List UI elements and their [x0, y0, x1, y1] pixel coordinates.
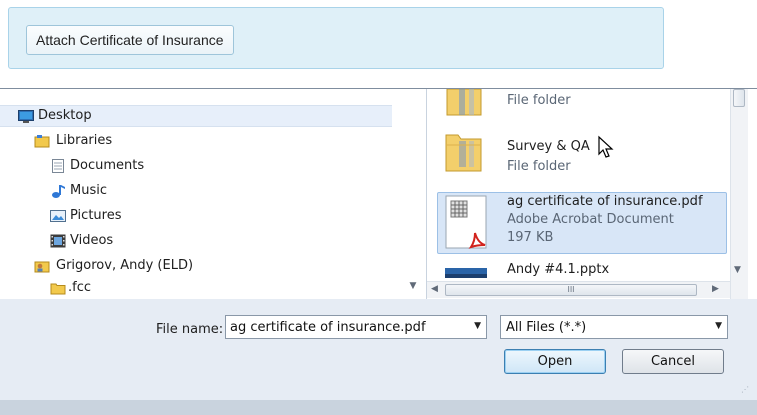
pptx-icon	[445, 268, 487, 278]
files-pane[interactable]: File folder Survey & QA File folder ag c…	[427, 89, 757, 299]
chevron-down-icon[interactable]: ▼	[715, 321, 722, 331]
file-name: ag certificate of insurance.pdf	[507, 194, 703, 209]
file-name-input[interactable]: ag certificate of insurance.pdf ▼	[225, 315, 487, 339]
scroll-grip-glyph: III	[567, 285, 575, 294]
scroll-left-arrow-icon[interactable]: ◀	[431, 284, 438, 294]
filter-value: All Files (*.*)	[506, 320, 587, 335]
file-type-filter-select[interactable]: All Files (*.*) ▼	[500, 315, 728, 339]
nav-item-label: Documents	[70, 158, 145, 173]
file-name-value: ag certificate of insurance.pdf	[230, 320, 426, 335]
nav-item-label: Videos	[70, 233, 114, 248]
navigation-pane[interactable]: Desktop Libraries Documents Music Pictur…	[0, 89, 427, 299]
files-vertical-scrollbar[interactable]: ▼	[730, 89, 748, 299]
file-name-label: File name:	[156, 322, 224, 337]
file-type: Adobe Acrobat Document	[507, 212, 674, 227]
mouse-cursor-icon	[598, 135, 614, 158]
user-folder-icon	[34, 261, 50, 273]
file-name: Andy #4.1.pptx	[507, 262, 610, 277]
nav-item-label: Music	[70, 183, 107, 198]
nav-item-label: Pictures	[70, 208, 122, 223]
libraries-icon	[34, 135, 50, 148]
files-horizontal-scrollbar[interactable]: ◀ III ▶	[427, 281, 730, 298]
cancel-button[interactable]: Cancel	[622, 349, 724, 374]
folder-icon	[445, 134, 482, 172]
attach-certificate-button[interactable]: Attach Certificate of Insurance	[26, 25, 234, 55]
file-size: 197 KB	[507, 230, 554, 245]
nav-scroll-down-arrow[interactable]: ▼	[406, 277, 420, 295]
documents-icon	[52, 159, 64, 173]
nav-item-label: Libraries	[56, 133, 113, 148]
pdf-icon	[445, 195, 487, 249]
videos-icon	[50, 234, 66, 248]
folder-icon	[50, 283, 66, 295]
scroll-right-arrow-icon[interactable]: ▶	[712, 284, 719, 294]
vertical-scroll-thumb[interactable]	[733, 89, 745, 107]
folder-icon	[446, 89, 482, 116]
open-button[interactable]: Open	[504, 349, 606, 374]
chevron-down-icon[interactable]: ▼	[474, 321, 481, 331]
desktop-icon	[18, 110, 34, 123]
file-name: Survey & QA	[507, 139, 590, 154]
nav-item-label: .fcc	[68, 280, 92, 295]
pictures-icon	[50, 210, 66, 222]
scroll-down-arrow-icon[interactable]: ▼	[734, 265, 741, 275]
nav-item-label: Desktop	[38, 108, 92, 123]
file-type: File folder	[507, 159, 571, 174]
open-file-dialog: Desktop Libraries Documents Music Pictur…	[0, 88, 757, 415]
resize-grip-icon[interactable]: ⋰	[741, 385, 751, 395]
web-panel: Attach Certificate of Insurance	[8, 7, 664, 69]
nav-item-label: Grigorov, Andy (ELD)	[56, 258, 194, 273]
dialog-bottom-edge	[0, 400, 757, 415]
horizontal-scroll-thumb[interactable]: III	[445, 284, 697, 296]
file-type: File folder	[507, 93, 571, 108]
music-icon	[52, 185, 65, 198]
